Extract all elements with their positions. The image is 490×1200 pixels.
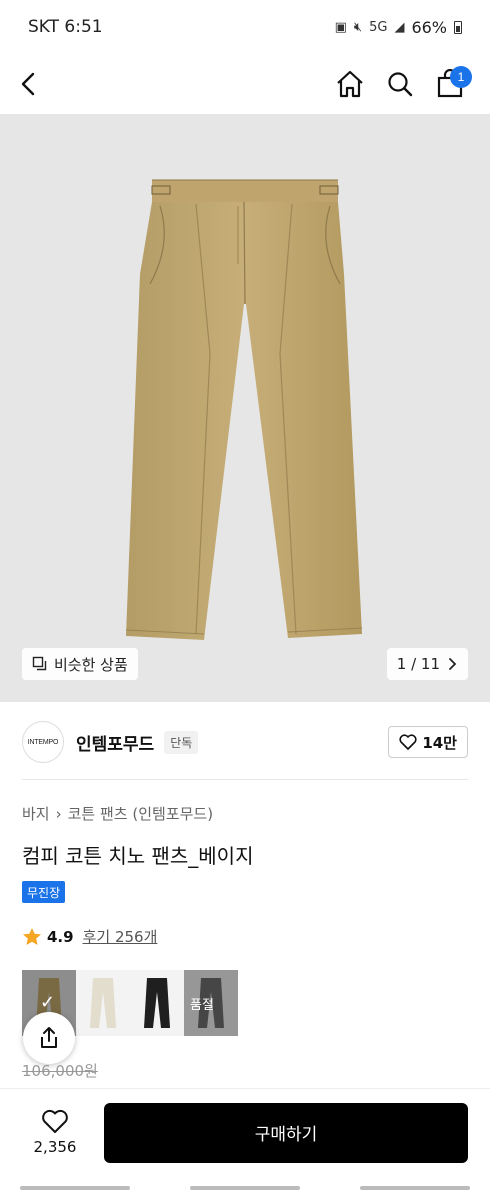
pants-thumbnail [76, 970, 130, 1036]
network-label: 5G [369, 19, 388, 35]
breadcrumb: 바지 › 코튼 팬츠 (인템포무드) [22, 803, 213, 824]
chevron-right-icon [449, 658, 457, 670]
soldout-label: 품절 [184, 970, 238, 1036]
home-icon [337, 70, 363, 98]
image-pager-button[interactable]: 1 / 11 [386, 648, 468, 680]
shipping-badge: 무진장 [22, 881, 66, 903]
top-nav: 1 [0, 54, 490, 114]
color-option-charcoal[interactable]: 품절 [184, 970, 238, 1036]
buy-button[interactable]: 구매하기 [104, 1102, 468, 1163]
home-button[interactable] [328, 62, 372, 106]
rating-score: 4.9 [47, 927, 74, 946]
wishlist-count: 2,356 [33, 1138, 77, 1156]
brand-like-count: 14만 [422, 733, 457, 752]
brand-logo[interactable]: INTEMPO [22, 721, 64, 763]
similar-products-label: 비슷한 상품 [54, 655, 128, 674]
gesture-handle [190, 1186, 300, 1190]
search-icon [388, 72, 413, 97]
brand-like-button[interactable]: 14만 [388, 726, 468, 758]
cart-count-badge: 1 [450, 66, 472, 88]
star-icon [23, 928, 41, 945]
reviews-link[interactable]: 후기 256개 [83, 926, 158, 947]
mute-icon: 🔇︎ [353, 19, 363, 35]
product-image [0, 114, 490, 702]
cart-button[interactable]: 1 [428, 62, 472, 106]
bottom-action-bar: 2,356 구매하기 [0, 1088, 490, 1176]
divider [22, 779, 468, 780]
search-button[interactable] [378, 62, 422, 106]
brand-row: INTEMPO 인템포무드 단독 14만 [22, 716, 468, 768]
check-icon: ✓ [40, 992, 56, 1013]
system-gesture-bar [0, 1176, 490, 1200]
battery-icon [454, 20, 462, 34]
battery-percent: 66% [411, 17, 447, 37]
color-option-black[interactable] [130, 970, 184, 1036]
status-icons: ▣ 🔇︎ 5G ◢ 66% [335, 18, 462, 37]
status-time: SKT 6:51 [28, 17, 103, 37]
notification-icon: ▣ [334, 19, 347, 35]
share-button[interactable] [23, 1012, 75, 1064]
gesture-handle [20, 1186, 130, 1190]
product-image-carousel[interactable]: 비슷한 상품 1 / 11 [0, 114, 490, 702]
similar-products-button[interactable]: 비슷한 상품 [22, 648, 138, 680]
breadcrumb-subcategory[interactable]: 코튼 팬츠 (인템포무드) [68, 803, 213, 824]
color-option-ivory[interactable] [76, 970, 130, 1036]
product-title: 컴피 코튼 치노 팬츠_베이지 [22, 844, 254, 868]
pants-thumbnail [130, 970, 184, 1036]
breadcrumb-separator-icon: › [55, 804, 62, 823]
exclusive-tag: 단독 [164, 730, 199, 754]
status-bar: SKT 6:51 ▣ 🔇︎ 5G ◢ 66% [0, 0, 490, 54]
signal-icon: ◢ [394, 19, 405, 35]
breadcrumb-category[interactable]: 바지 [22, 803, 50, 824]
wishlist-button[interactable]: 2,356 [22, 1109, 88, 1156]
gesture-handle [360, 1186, 470, 1190]
heart-icon [399, 734, 417, 750]
rating-row: 4.9 후기 256개 [22, 926, 157, 947]
heart-icon [42, 1109, 68, 1133]
copy-icon [32, 656, 47, 671]
back-button[interactable] [18, 64, 58, 104]
share-icon [41, 1027, 57, 1048]
original-price: 106,000원 [22, 1062, 98, 1080]
image-pager-text: 1 / 11 [396, 655, 440, 673]
chevron-left-icon [21, 72, 35, 96]
brand-name[interactable]: 인템포무드 [76, 730, 154, 755]
